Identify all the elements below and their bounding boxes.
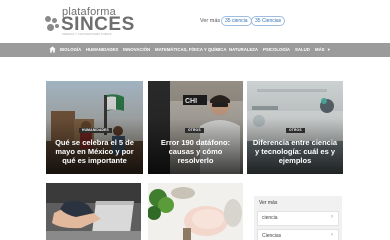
nav-item-psicologia[interactable]: PSICOLOGÍA: [263, 43, 290, 57]
site-logo[interactable]: plataforma SINCES CIENCIA Y CULTURA PARA…: [44, 6, 144, 36]
ver-mas-panel: Ver más ciencia › Ciencias ›: [254, 196, 342, 240]
nav-item-humanidades[interactable]: HUMANIDADES: [86, 43, 118, 57]
chevron-down-icon: ▼: [326, 47, 331, 52]
chevron-right-icon: ›: [331, 214, 333, 220]
article-card[interactable]: OTROS Diferencia entre ciencia y tecnolo…: [247, 81, 343, 174]
category-badge: HUMANIDADES: [79, 128, 112, 133]
ver-mas-title: Ver más: [259, 200, 278, 206]
main-navigation: BIOLOGÍA HUMANIDADES INNOVACIÓN MATEMÁTI…: [0, 43, 390, 57]
sidebar-item-ciencia[interactable]: ciencia ›: [257, 211, 339, 226]
article-image: [46, 183, 141, 240]
tag-pill-ciencia[interactable]: 35 ciencia: [221, 16, 252, 26]
ver-mas-label: Ver más: [200, 18, 221, 24]
sidebar-item-label: ciencia: [262, 215, 278, 221]
home-icon[interactable]: [49, 46, 56, 53]
article-card[interactable]: [46, 183, 141, 240]
nav-item-mas-label: MÁS: [315, 47, 325, 52]
nav-item-salud[interactable]: SALUD: [295, 43, 310, 57]
category-badge: OTROS: [286, 128, 305, 133]
nav-item-innovacion[interactable]: INNOVACIÓN: [123, 43, 150, 57]
article-title[interactable]: Diferencia entre ciencia y tecnología: c…: [251, 138, 339, 165]
nav-item-naturaleza[interactable]: NATURALEZA: [229, 43, 258, 57]
nav-item-mas[interactable]: MÁS ▼: [315, 43, 331, 57]
sidebar-item-ciencias[interactable]: Ciencias ›: [257, 229, 339, 240]
article-card[interactable]: HUMANIDADES Qué se celebra el 5 de mayo …: [46, 81, 143, 174]
nav-item-biologia[interactable]: BIOLOGÍA: [60, 43, 81, 57]
site-header: plataforma SINCES CIENCIA Y CULTURA PARA…: [0, 0, 390, 43]
article-title[interactable]: Qué se celebra el 5 de mayo en México y …: [50, 138, 139, 165]
article-card[interactable]: CHI OTROS Error 190 datáfono: causas y c…: [148, 81, 243, 174]
article-title[interactable]: Error 190 datáfono: causas y cómo resolv…: [152, 138, 239, 165]
logo-tagline: CIENCIA Y CULTURA PARA TODOS: [62, 32, 112, 36]
tag-pill-ciencias[interactable]: 35 Ciencias: [251, 16, 286, 26]
category-badge: OTROS: [185, 128, 204, 133]
logo-dots-icon: [45, 16, 60, 32]
article-card[interactable]: [148, 183, 243, 240]
article-image: [148, 183, 243, 240]
sidebar-item-label: Ciencias: [262, 233, 282, 239]
chevron-right-icon: ›: [331, 232, 333, 238]
nav-item-matematicas[interactable]: MATEMÁTICAS, FÍSICA Y QUÍMICA: [155, 43, 226, 57]
